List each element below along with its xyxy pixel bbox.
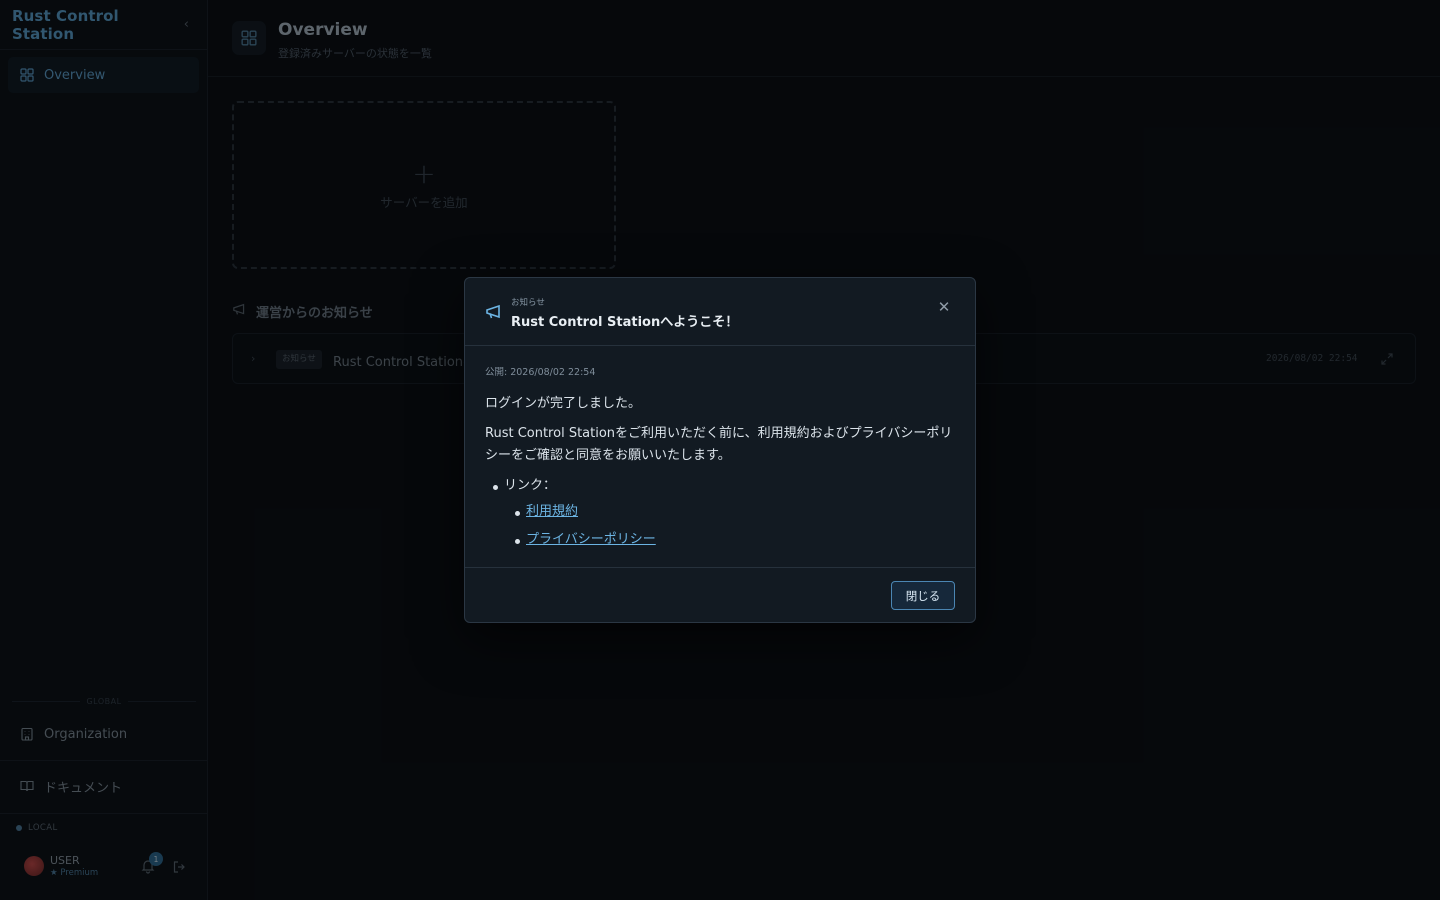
megaphone-icon xyxy=(485,304,503,320)
list-item: 利用規約 xyxy=(507,501,955,523)
terms-link[interactable]: 利用規約 xyxy=(526,504,578,519)
links-sublist: 利用規約 プライバシーポリシー xyxy=(485,501,955,551)
modal-title: Rust Control Stationへようこそ！ xyxy=(511,315,739,330)
close-button[interactable]: 閉じる xyxy=(891,581,955,610)
terms-notice-text: Rust Control Stationをご利用いただく前に、利用規約およびプラ… xyxy=(485,426,953,463)
modal-header: お知らせ Rust Control Stationへようこそ！ ✕ xyxy=(465,278,975,346)
modal-body: 公開: 2026/08/02 22:54 ログインが完了しました。 Rust C… xyxy=(485,364,955,557)
announcement-modal: お知らせ Rust Control Stationへようこそ！ ✕ 公開: 20… xyxy=(464,277,976,623)
close-icon[interactable]: ✕ xyxy=(933,296,955,318)
privacy-policy-link[interactable]: プライバシーポリシー xyxy=(526,532,656,547)
modal-footer: 閉じる xyxy=(465,567,975,622)
links-list: リンク： 利用規約 プライバシーポリシー xyxy=(485,475,955,551)
modal-kicker: お知らせ xyxy=(511,298,545,308)
login-complete-text: ログインが完了しました。 xyxy=(485,396,642,411)
published-date: 公開: 2026/08/02 22:54 xyxy=(485,367,596,378)
list-item: リンク： xyxy=(485,475,955,497)
list-item: プライバシーポリシー xyxy=(507,529,955,551)
